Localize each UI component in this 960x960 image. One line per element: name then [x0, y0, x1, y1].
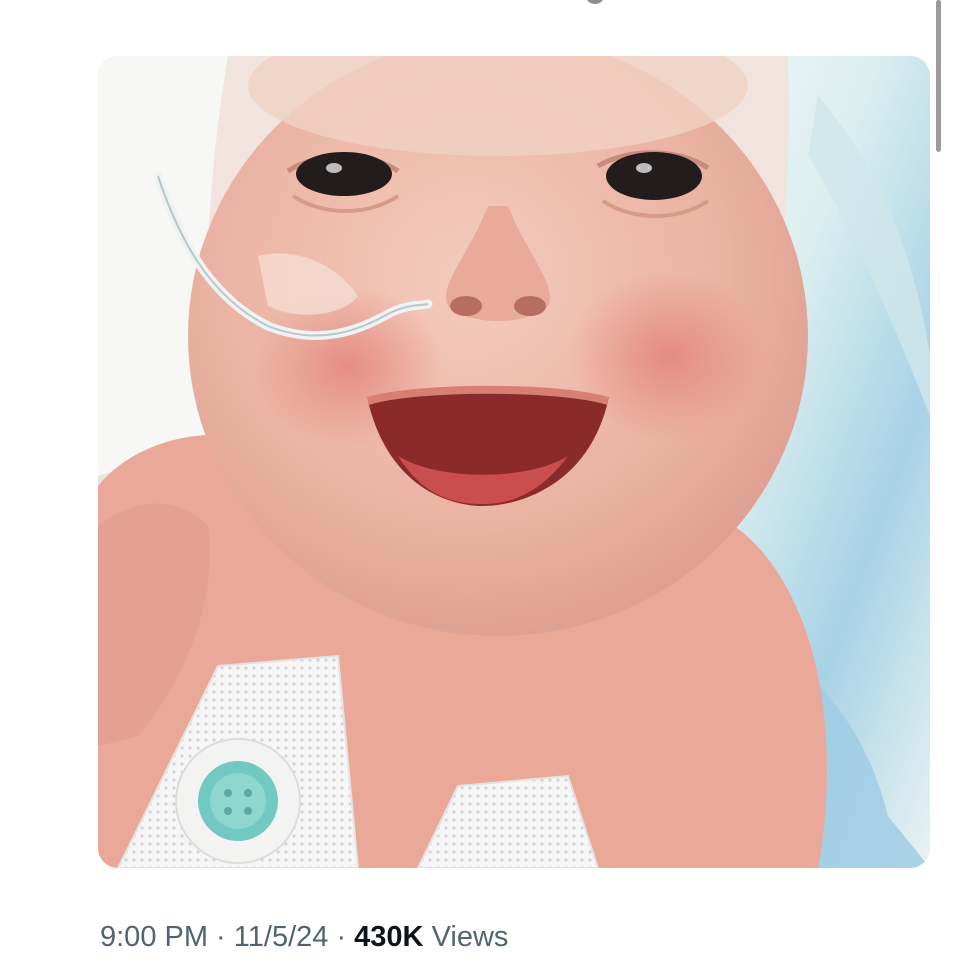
tweet-time[interactable]: 9:00 PM [100, 921, 208, 953]
meta-separator-1: · [208, 921, 234, 953]
views-count: 430K [354, 921, 424, 953]
tweet-photo[interactable] [98, 56, 930, 868]
tweet-meta: 9:00 PM · 11/5/24 · 430K Views [100, 920, 508, 955]
clipped-glyph [585, 0, 605, 4]
photo-icon [98, 56, 930, 868]
meta-separator-2: · [328, 921, 355, 953]
tweet-date[interactable]: 11/5/24 [234, 921, 329, 953]
scrollbar[interactable] [936, 0, 941, 152]
previous-tweet-text-clipped [0, 0, 960, 8]
views-label: Views [431, 921, 509, 953]
